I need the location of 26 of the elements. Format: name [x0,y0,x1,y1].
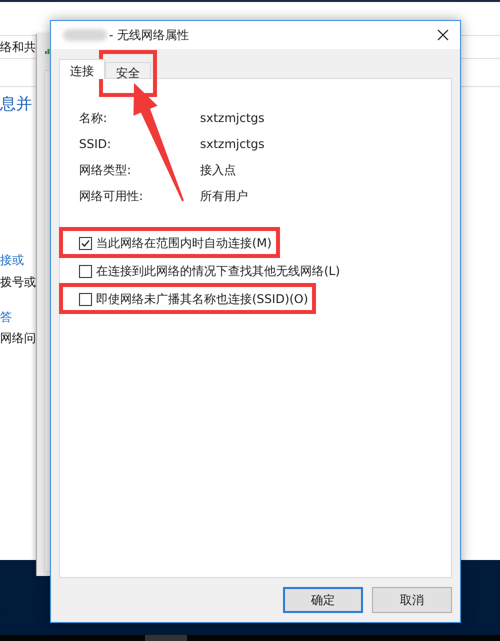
cancel-button[interactable]: 取消 [372,587,452,613]
property-value: sxtzmjctgs [200,110,266,127]
tab[interactable]: 连接 [59,59,105,79]
property-value: 接入点 [200,162,237,179]
checkbox-label[interactable]: 当此网络在范围内时自动连接(M) [96,234,272,252]
text-label: 拨号或 [0,274,36,291]
checkbox[interactable] [79,236,92,250]
property-value: sxtzmjctgs [200,136,266,153]
link[interactable]: 答 [0,308,12,326]
close-icon[interactable] [437,29,449,41]
checkbox-label[interactable]: 即使网络未广播其名称也连接(SSID)(O) [96,290,308,308]
property-label: 网络可用性: [79,188,144,205]
page-heading: 息并 [0,95,32,113]
ok-button[interactable]: 确定 [283,587,363,613]
property-value: 所有用户 [200,188,249,205]
checkbox[interactable] [79,264,92,278]
text-label: 网络问 [0,330,36,347]
window-title: 络和共 [0,39,36,56]
property-label: 名称: [79,110,108,127]
checkbox-label[interactable]: 在连接到此网络的情况下查找其他无线网络(L) [96,262,340,280]
window-title: - 无线网络属性 [109,26,190,44]
property-label: 网络类型: [79,162,132,179]
property-label: SSID: [79,136,112,153]
link[interactable]: 接或 [0,251,24,269]
checkbox[interactable] [79,292,92,306]
tab[interactable]: 安全 [105,62,151,78]
